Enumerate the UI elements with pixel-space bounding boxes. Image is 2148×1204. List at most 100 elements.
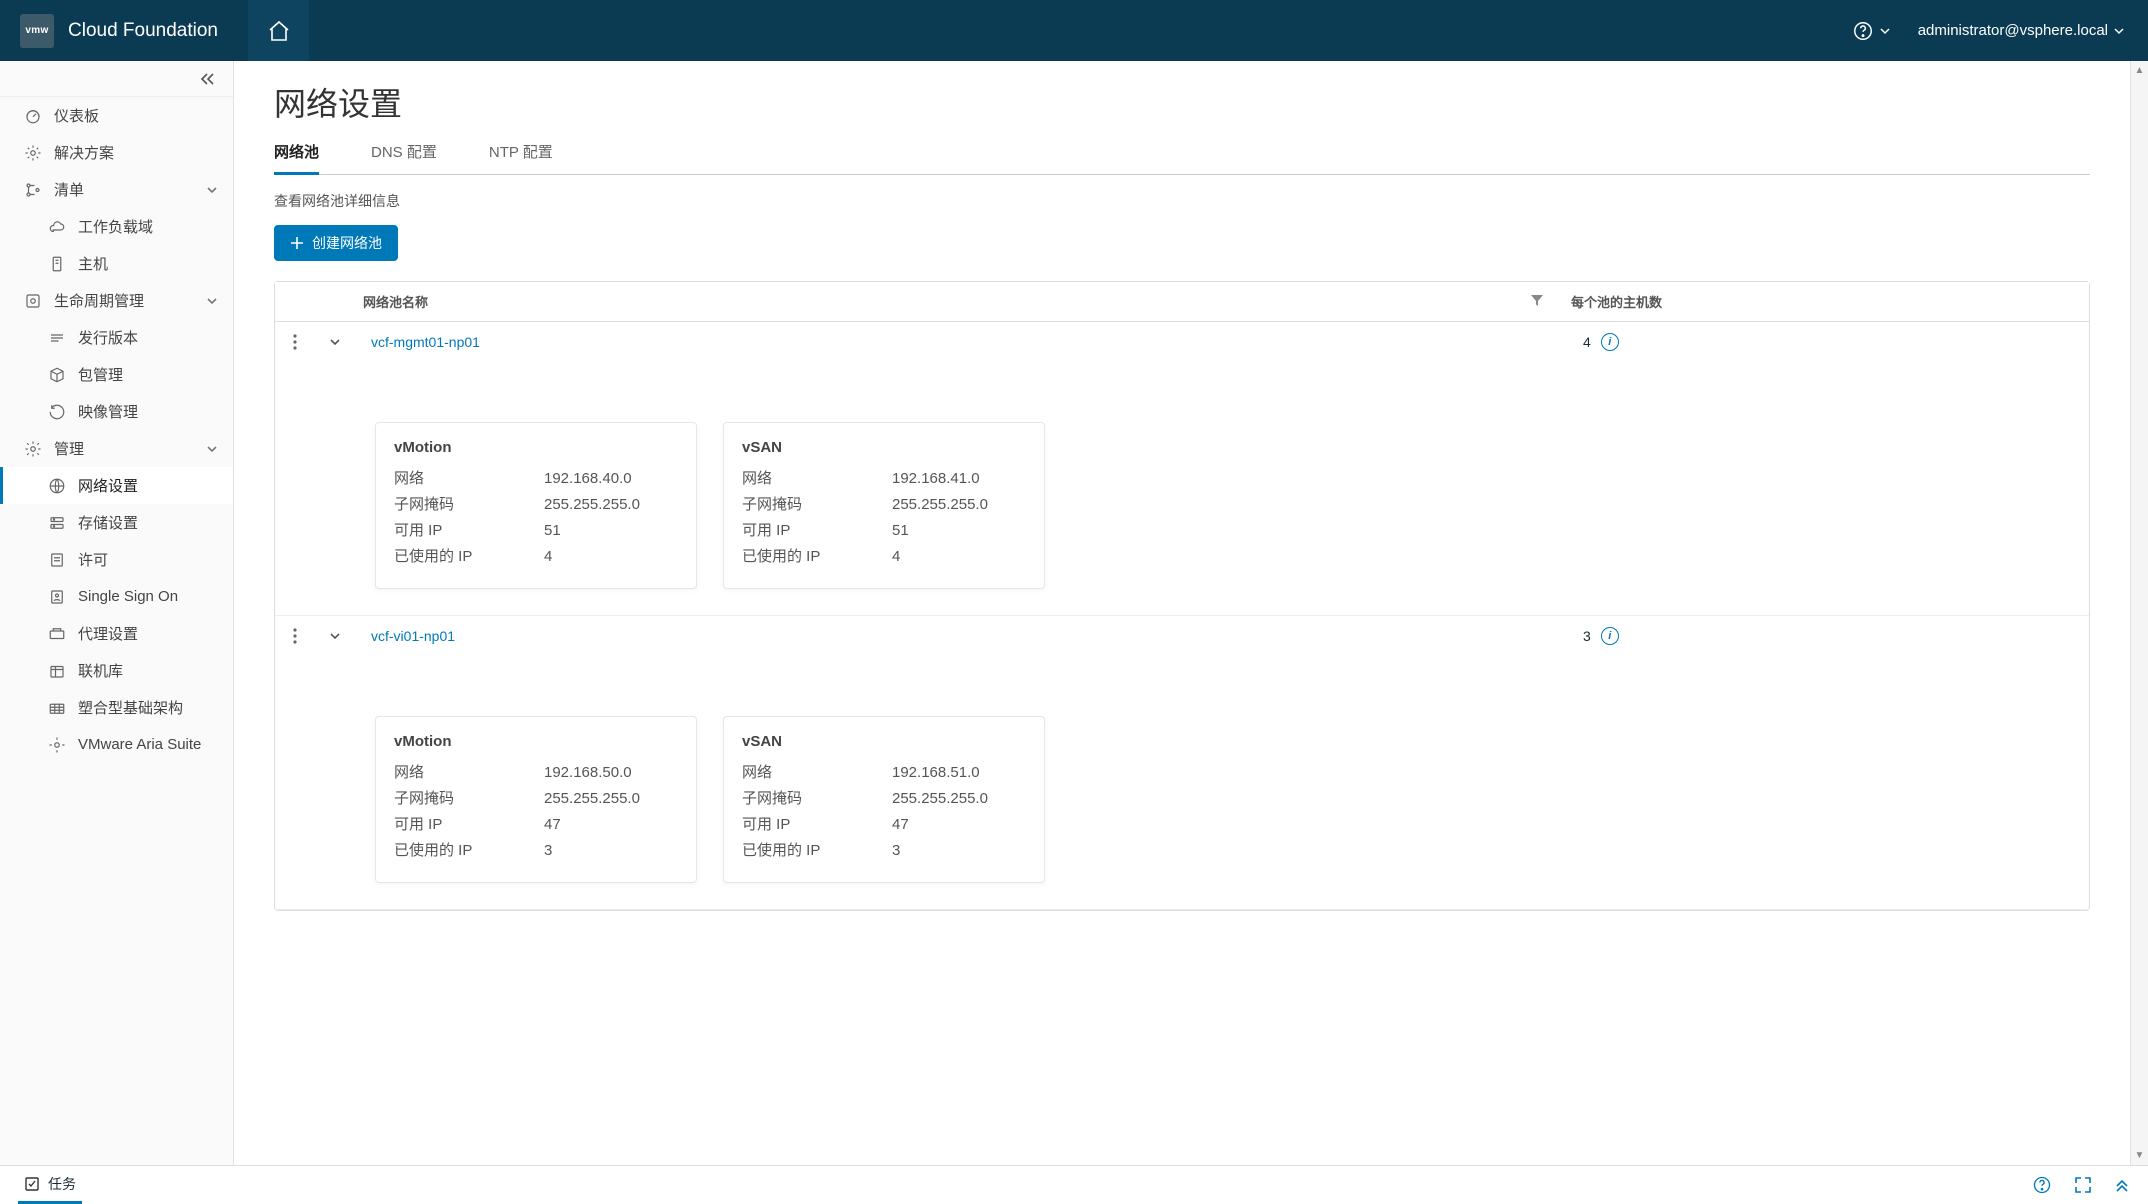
sidebar-item-sso[interactable]: Single Sign On [0,578,233,615]
create-button-label: 创建网络池 [312,233,382,253]
admin-icon [24,440,42,458]
row-expand-toggle[interactable] [315,630,355,642]
host-icon [48,255,66,273]
kebab-icon [293,628,297,644]
column-name[interactable]: 网络池名称 [355,292,1559,311]
user-menu[interactable]: administrator@vsphere.local [1918,22,2124,39]
release-icon [48,329,66,347]
host-count: 3 [1583,628,1591,644]
column-hosts[interactable]: 每个池的主机数 [1559,292,2089,311]
footer-bar: 任务 [0,1165,2148,1203]
chevron-down-icon [206,184,218,196]
create-network-pool-button[interactable]: 创建网络池 [274,225,398,261]
network-icon [48,477,66,495]
sidebar-item-depot[interactable]: 联机库 [0,652,233,689]
package-icon [48,366,66,384]
chevron-down-icon [1880,26,1890,36]
network-card: vMotion网络192.168.40.0子网掩码255.255.255.0可用… [375,422,697,589]
network-card: vSAN网络192.168.41.0子网掩码255.255.255.0可用 IP… [723,422,1045,589]
help-menu[interactable] [1852,20,1890,42]
page-title: 网络设置 [274,79,2090,125]
filter-icon[interactable] [1531,295,1543,307]
sidebar-item-label: 工作负载域 [78,216,218,237]
sidebar-item-admin[interactable]: 管理 [0,430,233,467]
chevron-down-icon [329,336,341,348]
row-actions-menu[interactable] [275,628,315,644]
aria-icon [48,736,66,754]
pool-name-link[interactable]: vcf-mgmt01-np01 [363,334,480,350]
tab-bar: 网络池 DNS 配置 NTP 配置 [274,141,2090,175]
table-row: vcf-vi01-np01 3i vMotion网络192.168.50.0子网掩码… [275,616,2089,910]
sidebar-item-label: 存储设置 [78,512,218,533]
tasks-tab[interactable]: 任务 [18,1166,82,1204]
user-name: administrator@vsphere.local [1918,22,2108,39]
sidebar-item-composable[interactable]: 塑合型基础架构 [0,689,233,726]
sidebar-item-proxy[interactable]: 代理设置 [0,615,233,652]
pool-name-link[interactable]: vcf-vi01-np01 [363,628,455,644]
sidebar-item-label: 生命周期管理 [54,290,194,311]
sidebar-item-release[interactable]: 发行版本 [0,319,233,356]
sidebar-item-label: 管理 [54,438,194,459]
sidebar-item-image[interactable]: 映像管理 [0,393,233,430]
sidebar-item-label: 清单 [54,179,194,200]
info-icon[interactable]: i [1601,627,1619,645]
card-title: vMotion [394,733,678,750]
app-header: vmw Cloud Foundation administrator@vsphe… [0,0,2148,61]
help-icon [2032,1175,2052,1195]
table-row: vcf-mgmt01-np01 4i vMotion网络192.168.40.0子网… [275,322,2089,616]
sidebar-item-dashboard[interactable]: 仪表板 [0,97,233,134]
right-scrollbar[interactable]: ▲ ▼ [2130,61,2148,1165]
sidebar-item-label: 包管理 [78,364,218,385]
footer-collapse-button[interactable] [2114,1177,2130,1193]
footer-help-button[interactable] [2032,1175,2052,1195]
home-icon [267,19,291,43]
kebab-icon [293,334,297,350]
sidebar-item-label: 映像管理 [78,401,218,422]
sidebar-item-lifecycle[interactable]: 生命周期管理 [0,282,233,319]
tab-0[interactable]: 网络池 [274,141,319,175]
sidebar-item-label: 许可 [78,549,218,570]
sidebar-item-license[interactable]: 许可 [0,541,233,578]
sidebar-collapse[interactable] [0,61,233,97]
footer-expand-button[interactable] [2074,1176,2092,1194]
tab-1[interactable]: DNS 配置 [371,141,437,174]
network-card: vMotion网络192.168.50.0子网掩码255.255.255.0可用… [375,716,697,883]
home-button[interactable] [248,0,309,61]
main-content: 网络设置 网络池DNS 配置NTP 配置 查看网络池详细信息 创建网络池 网络池… [234,61,2130,1165]
cloud-icon [48,218,66,236]
sidebar-item-aria[interactable]: VMware Aria Suite [0,726,233,763]
image-icon [48,403,66,421]
sidebar-item-label: 塑合型基础架构 [78,697,218,718]
expand-icon [2074,1176,2092,1194]
proxy-icon [48,625,66,643]
sidebar-item-host[interactable]: 主机 [0,245,233,282]
sidebar-item-label: 联机库 [78,660,218,681]
card-title: vMotion [394,439,678,456]
card-title: vSAN [742,733,1026,750]
card-title: vSAN [742,439,1026,456]
host-count: 4 [1583,334,1591,350]
row-details: vMotion网络192.168.40.0子网掩码255.255.255.0可用… [275,362,2089,615]
row-details: vMotion网络192.168.50.0子网掩码255.255.255.0可用… [275,656,2089,909]
sidebar-item-inventory[interactable]: 清单 [0,171,233,208]
table-header: 网络池名称 每个池的主机数 [275,282,2089,322]
sidebar-item-solutions[interactable]: 解决方案 [0,134,233,171]
sidebar-item-label: Single Sign On [78,588,218,605]
row-actions-menu[interactable] [275,334,315,350]
row-expand-toggle[interactable] [315,336,355,348]
product-name: Cloud Foundation [68,20,218,42]
network-pool-table: 网络池名称 每个池的主机数 vcf-mgmt01-np014ivMotion网络… [274,281,2090,911]
sidebar-item-storage[interactable]: 存储设置 [0,504,233,541]
license-icon [48,551,66,569]
sidebar-item-cloud[interactable]: 工作负载域 [0,208,233,245]
solutions-icon [24,144,42,162]
composable-icon [48,699,66,717]
sso-icon [48,588,66,606]
help-icon [1852,20,1874,42]
info-icon[interactable]: i [1601,333,1619,351]
sidebar-item-network[interactable]: 网络设置 [0,467,233,504]
tab-2[interactable]: NTP 配置 [489,141,553,174]
inventory-icon [24,181,42,199]
sidebar-item-package[interactable]: 包管理 [0,356,233,393]
scroll-up-icon: ▲ [2135,65,2145,76]
